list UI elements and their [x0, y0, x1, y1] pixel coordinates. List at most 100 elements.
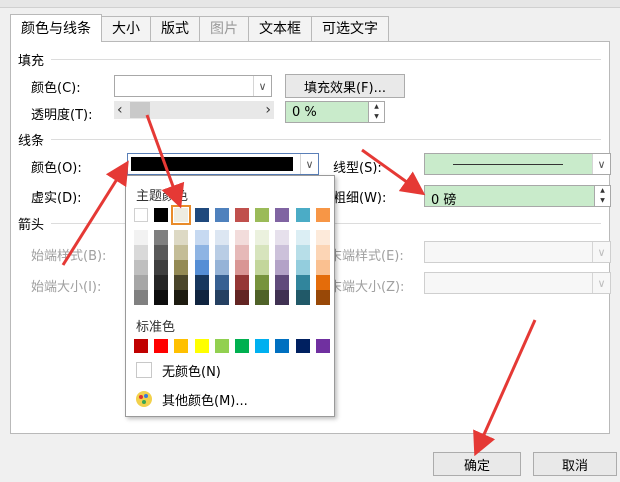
theme-color-swatch[interactable]	[134, 208, 148, 222]
transparency-label: 透明度(T):	[31, 108, 93, 123]
no-color-option[interactable]: 无颜色(N)	[136, 359, 221, 381]
standard-color-swatch[interactable]	[154, 339, 169, 353]
theme-shade-swatch[interactable]	[194, 290, 209, 305]
theme-shade-swatch[interactable]	[214, 245, 229, 260]
tab-bar: 颜色与线条 大小 版式 图片 文本框 可选文字	[10, 14, 389, 42]
theme-color-swatch[interactable]	[255, 208, 270, 222]
spinner-arrows-icon[interactable]: ▲ ▼	[594, 186, 610, 206]
tab-layout[interactable]: 版式	[150, 16, 200, 42]
divider	[51, 139, 601, 140]
line-style-dropdown[interactable]: ∨	[424, 153, 611, 175]
theme-shade-swatch[interactable]	[295, 260, 310, 275]
begin-size-label: 始端大小(I):	[31, 280, 102, 295]
theme-shade-swatch[interactable]	[235, 230, 249, 245]
theme-shade-swatch[interactable]	[315, 230, 330, 245]
theme-shade-swatch[interactable]	[235, 275, 249, 290]
transparency-spinner[interactable]: 0 % ▲ ▼	[285, 101, 385, 123]
theme-shade-swatch[interactable]	[134, 245, 148, 260]
cancel-button[interactable]: 取消	[533, 452, 617, 476]
spinner-arrows-icon[interactable]: ▲ ▼	[368, 102, 384, 122]
theme-shade-swatch[interactable]	[255, 245, 270, 260]
theme-shade-swatch[interactable]	[255, 230, 270, 245]
chevron-down-icon: ∨	[592, 273, 610, 293]
theme-shade-swatch[interactable]	[275, 245, 290, 260]
theme-shade-swatch[interactable]	[174, 260, 189, 275]
theme-shade-swatch[interactable]	[214, 275, 229, 290]
theme-shade-swatch[interactable]	[275, 275, 290, 290]
theme-shade-swatch[interactable]	[214, 230, 229, 245]
theme-shade-swatch[interactable]	[134, 275, 148, 290]
theme-shade-swatch[interactable]	[134, 230, 148, 245]
line-color-dropdown[interactable]: ∨	[127, 153, 319, 175]
theme-color-swatch[interactable]	[315, 208, 330, 222]
theme-shade-swatch[interactable]	[255, 275, 270, 290]
standard-color-swatch[interactable]	[194, 339, 209, 353]
standard-color-swatch[interactable]	[235, 339, 249, 353]
no-color-label: 无颜色(N)	[162, 364, 221, 380]
theme-shade-swatch[interactable]	[214, 260, 229, 275]
standard-color-swatch[interactable]	[255, 339, 270, 353]
theme-shade-swatch[interactable]	[194, 230, 209, 245]
standard-color-swatch[interactable]	[315, 339, 330, 353]
weight-value: 0 磅	[431, 193, 457, 208]
theme-shade-swatch[interactable]	[214, 290, 229, 305]
theme-shade-swatch[interactable]	[295, 230, 310, 245]
standard-color-swatch[interactable]	[174, 339, 189, 353]
tab-textbox[interactable]: 文本框	[248, 16, 312, 42]
more-colors-option[interactable]: 其他颜色(M)...	[136, 388, 248, 410]
theme-color-swatch[interactable]	[154, 208, 169, 222]
theme-shade-swatch[interactable]	[315, 290, 330, 305]
arrows-group-title: 箭头	[18, 218, 45, 233]
theme-shade-swatch[interactable]	[154, 260, 169, 275]
theme-shade-swatch[interactable]	[154, 230, 169, 245]
tab-size[interactable]: 大小	[101, 16, 151, 42]
fill-color-dropdown[interactable]: ∨	[114, 75, 272, 97]
theme-shade-swatch[interactable]	[275, 260, 290, 275]
ok-button[interactable]: 确定	[433, 452, 521, 476]
theme-shade-swatch[interactable]	[194, 260, 209, 275]
theme-color-swatch[interactable]	[214, 208, 229, 222]
theme-shade-swatch[interactable]	[295, 245, 310, 260]
tab-alt-text[interactable]: 可选文字	[311, 16, 389, 42]
theme-color-swatch[interactable]	[235, 208, 249, 222]
standard-color-swatch[interactable]	[295, 339, 310, 353]
standard-color-swatch[interactable]	[275, 339, 290, 353]
tab-colors-lines[interactable]: 颜色与线条	[10, 14, 102, 42]
end-size-label: 末端大小(Z):	[329, 280, 405, 295]
fill-effects-button[interactable]: 填充效果(F)...	[285, 74, 405, 98]
theme-shade-swatch[interactable]	[315, 245, 330, 260]
theme-color-swatch[interactable]	[295, 208, 310, 222]
standard-color-swatch[interactable]	[134, 339, 148, 353]
theme-shade-swatch[interactable]	[295, 275, 310, 290]
transparency-slider[interactable]: ‹ ›	[114, 101, 274, 119]
theme-shade-swatch[interactable]	[275, 230, 290, 245]
standard-color-swatch[interactable]	[214, 339, 229, 353]
slider-left-arrow-icon[interactable]: ‹	[117, 101, 123, 119]
theme-shade-swatch[interactable]	[174, 230, 189, 245]
theme-shade-swatch[interactable]	[315, 275, 330, 290]
theme-color-swatch[interactable]	[194, 208, 209, 222]
theme-shade-swatch[interactable]	[154, 275, 169, 290]
theme-shade-swatch[interactable]	[154, 245, 169, 260]
theme-shade-swatch[interactable]	[295, 290, 310, 305]
theme-shade-swatch[interactable]	[255, 290, 270, 305]
theme-shade-swatch[interactable]	[134, 290, 148, 305]
theme-shade-swatch[interactable]	[315, 260, 330, 275]
theme-shade-swatch[interactable]	[255, 260, 270, 275]
theme-shade-swatch[interactable]	[275, 290, 290, 305]
slider-thumb[interactable]	[130, 102, 150, 118]
theme-color-swatch[interactable]	[171, 205, 192, 225]
slider-right-arrow-icon[interactable]: ›	[265, 101, 271, 119]
theme-color-swatch[interactable]	[275, 208, 290, 222]
theme-shade-swatch[interactable]	[235, 245, 249, 260]
theme-shade-swatch[interactable]	[174, 275, 189, 290]
theme-shade-swatch[interactable]	[235, 260, 249, 275]
theme-shade-swatch[interactable]	[194, 275, 209, 290]
theme-shade-swatch[interactable]	[174, 290, 189, 305]
theme-shade-swatch[interactable]	[154, 290, 169, 305]
theme-shade-swatch[interactable]	[194, 245, 209, 260]
theme-shade-swatch[interactable]	[235, 290, 249, 305]
weight-spinner[interactable]: 0 磅 ▲ ▼	[424, 185, 611, 208]
theme-shade-swatch[interactable]	[174, 245, 189, 260]
theme-shade-swatch[interactable]	[134, 260, 148, 275]
